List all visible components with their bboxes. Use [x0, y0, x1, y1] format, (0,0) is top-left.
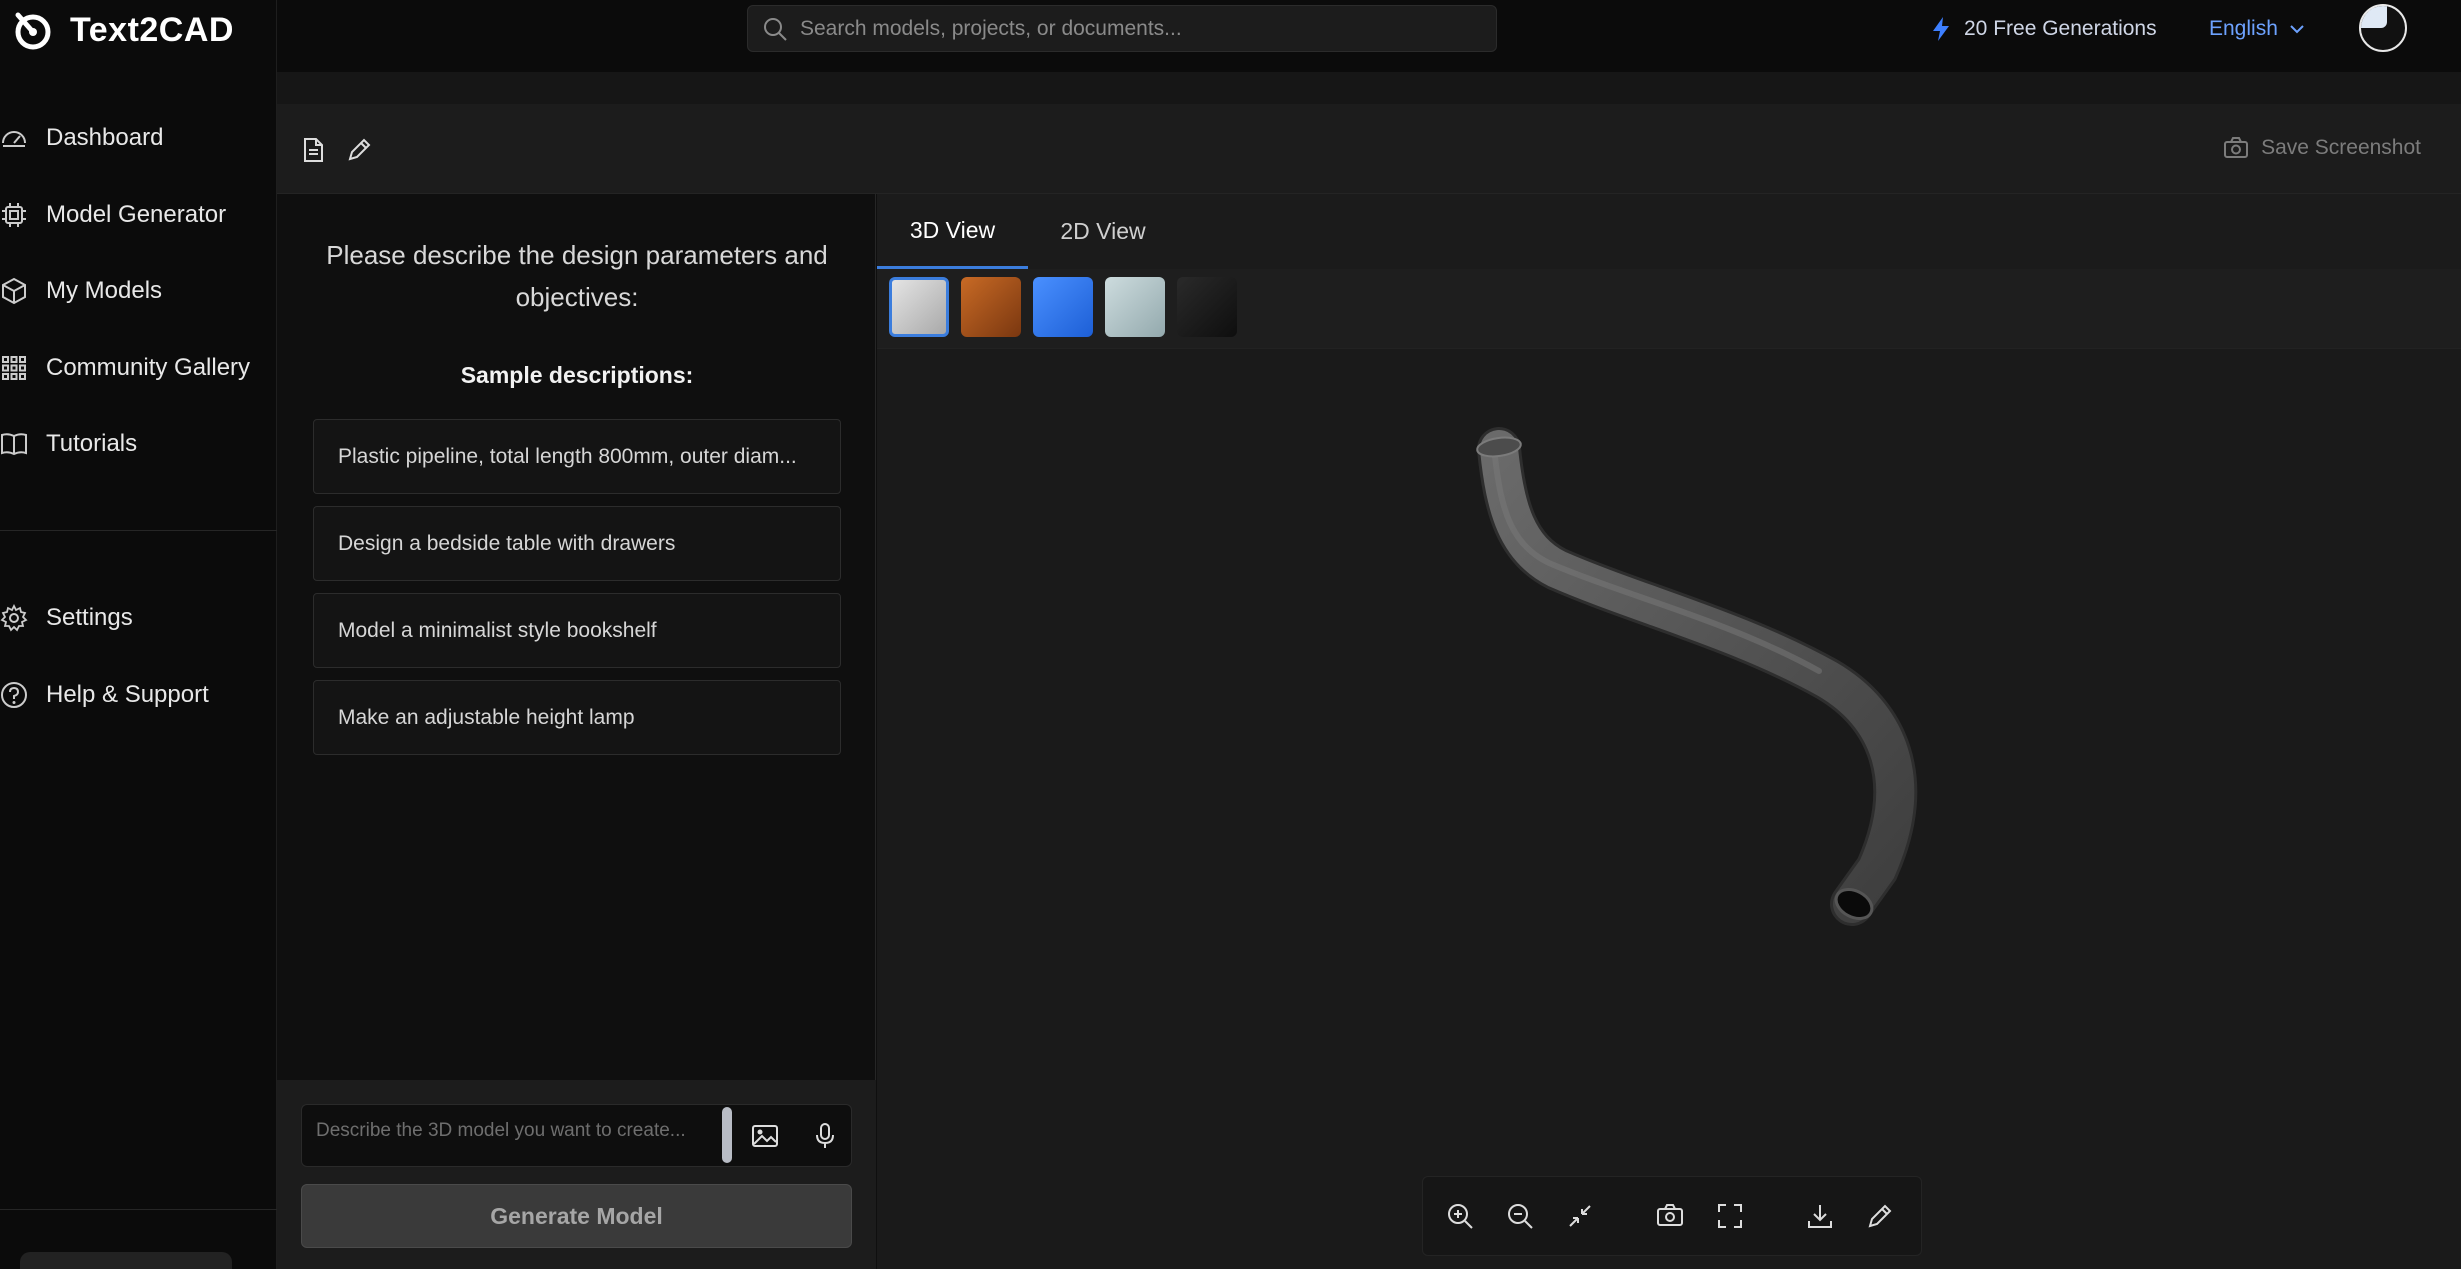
sample-descriptions-heading: Sample descriptions: — [460, 362, 694, 388]
save-screenshot-label: Save Screenshot — [2261, 136, 2421, 159]
microphone-icon[interactable] — [810, 1121, 840, 1151]
fullscreen-icon[interactable] — [1715, 1201, 1745, 1231]
gear-icon — [0, 604, 28, 632]
prompt-title: Please describe the design parameters an… — [326, 240, 828, 312]
sample-description-item[interactable]: Design a bedside table with drawers — [313, 506, 841, 581]
save-screenshot-button[interactable]: Save Screenshot — [2223, 136, 2421, 160]
swatch-glass[interactable] — [1105, 277, 1165, 337]
document-icon[interactable] — [299, 136, 327, 164]
topbar: 20 Free Generations English — [277, 0, 2461, 72]
free-generations-badge[interactable]: 20 Free Generations — [1930, 12, 2157, 46]
3d-canvas[interactable] — [877, 349, 2461, 1269]
sidebar: Text2CAD Dashboard Model Generator My Mo… — [0, 0, 277, 1269]
grid-icon — [2, 356, 26, 380]
prompt-panel: Please describe the design parameters an… — [277, 194, 876, 1269]
dashboard-icon — [2, 131, 26, 147]
tab-2d-view[interactable]: 2D View — [1028, 194, 1178, 269]
sidebar-item-label: Help & Support — [46, 681, 209, 708]
sidebar-item-model-generator[interactable]: Model Generator — [0, 187, 277, 243]
edit-icon[interactable] — [1865, 1201, 1895, 1231]
app-logo[interactable]: Text2CAD — [10, 8, 234, 52]
pencil-icon[interactable] — [345, 136, 373, 164]
header-spacer — [277, 72, 2461, 104]
view-tabs: 3D View 2D View — [877, 194, 2461, 269]
chip-icon — [2, 203, 26, 227]
image-upload-icon[interactable] — [750, 1121, 780, 1151]
sidebar-item-label: My Models — [46, 277, 163, 304]
app-name: Text2CAD — [70, 10, 234, 49]
sidebar-item-my-models[interactable]: My Models — [0, 263, 277, 319]
book-icon — [1, 433, 27, 456]
zoom-out-icon[interactable] — [1505, 1201, 1535, 1231]
free-generations-label: 20 Free Generations — [1964, 17, 2157, 40]
reset-view-icon[interactable] — [1565, 1201, 1595, 1231]
sample-description-item[interactable]: Plastic pipeline, total length 800mm, ou… — [313, 419, 841, 494]
language-selector[interactable]: English — [2209, 12, 2306, 46]
input-scrollbar[interactable] — [722, 1107, 732, 1163]
swatch-black[interactable] — [1177, 277, 1237, 337]
swatch-silver[interactable] — [889, 277, 949, 337]
sidebar-item-label: Settings — [46, 604, 133, 631]
search-input[interactable] — [800, 16, 1480, 41]
material-swatches — [877, 269, 2461, 349]
workspace-toolbar: Save Screenshot — [277, 104, 2461, 194]
app-root: Text2CAD Dashboard Model Generator My Mo… — [0, 0, 2461, 1269]
sidebar-item-label: Dashboard — [46, 124, 164, 151]
pipe-model[interactable] — [877, 349, 2461, 1269]
model-viewer: 3D View 2D View — [877, 194, 2461, 1269]
generate-model-button[interactable]: Generate Model — [301, 1184, 852, 1248]
sidebar-item-community-gallery[interactable]: Community Gallery — [0, 340, 277, 396]
swatch-copper[interactable] — [961, 277, 1021, 337]
chevron-down-icon — [2290, 25, 2304, 34]
logo-icon — [15, 12, 51, 50]
prompt-input-area: Generate Model — [277, 1080, 876, 1269]
search-icon — [764, 17, 787, 41]
sidebar-item-label: Community Gallery — [46, 354, 251, 381]
sidebar-item-label: Tutorials — [46, 430, 138, 457]
lightning-icon — [1933, 17, 1949, 41]
zoom-in-icon[interactable] — [1445, 1201, 1475, 1231]
camera-icon — [2224, 137, 2249, 158]
camera-icon[interactable] — [1655, 1201, 1685, 1231]
viewer-controls — [1422, 1176, 1922, 1256]
sidebar-footer-divider — [0, 1209, 277, 1210]
sample-description-item[interactable]: Model a minimalist style bookshelf — [313, 593, 841, 668]
sidebar-item-label: Model Generator — [46, 201, 227, 228]
search-bar[interactable] — [747, 5, 1497, 52]
download-icon[interactable] — [1805, 1201, 1835, 1231]
sidebar-item-settings[interactable]: Settings — [0, 590, 277, 646]
prompt-input[interactable] — [316, 1119, 716, 1165]
help-icon — [1, 682, 27, 708]
swatch-blue[interactable] — [1033, 277, 1093, 337]
cube-icon — [2, 277, 26, 305]
sidebar-item-tutorials[interactable]: Tutorials — [0, 416, 277, 472]
prompt-input-box — [301, 1104, 852, 1167]
language-label: English — [2209, 17, 2278, 40]
sample-description-item[interactable]: Make an adjustable height lamp — [313, 680, 841, 755]
tab-3d-view[interactable]: 3D View — [877, 194, 1028, 269]
sidebar-item-help-support[interactable]: Help & Support — [0, 667, 277, 723]
sidebar-divider — [0, 530, 277, 531]
sidebar-footer-pill[interactable] — [20, 1252, 232, 1269]
user-avatar[interactable] — [2359, 4, 2407, 52]
sidebar-item-dashboard[interactable]: Dashboard — [0, 110, 277, 166]
